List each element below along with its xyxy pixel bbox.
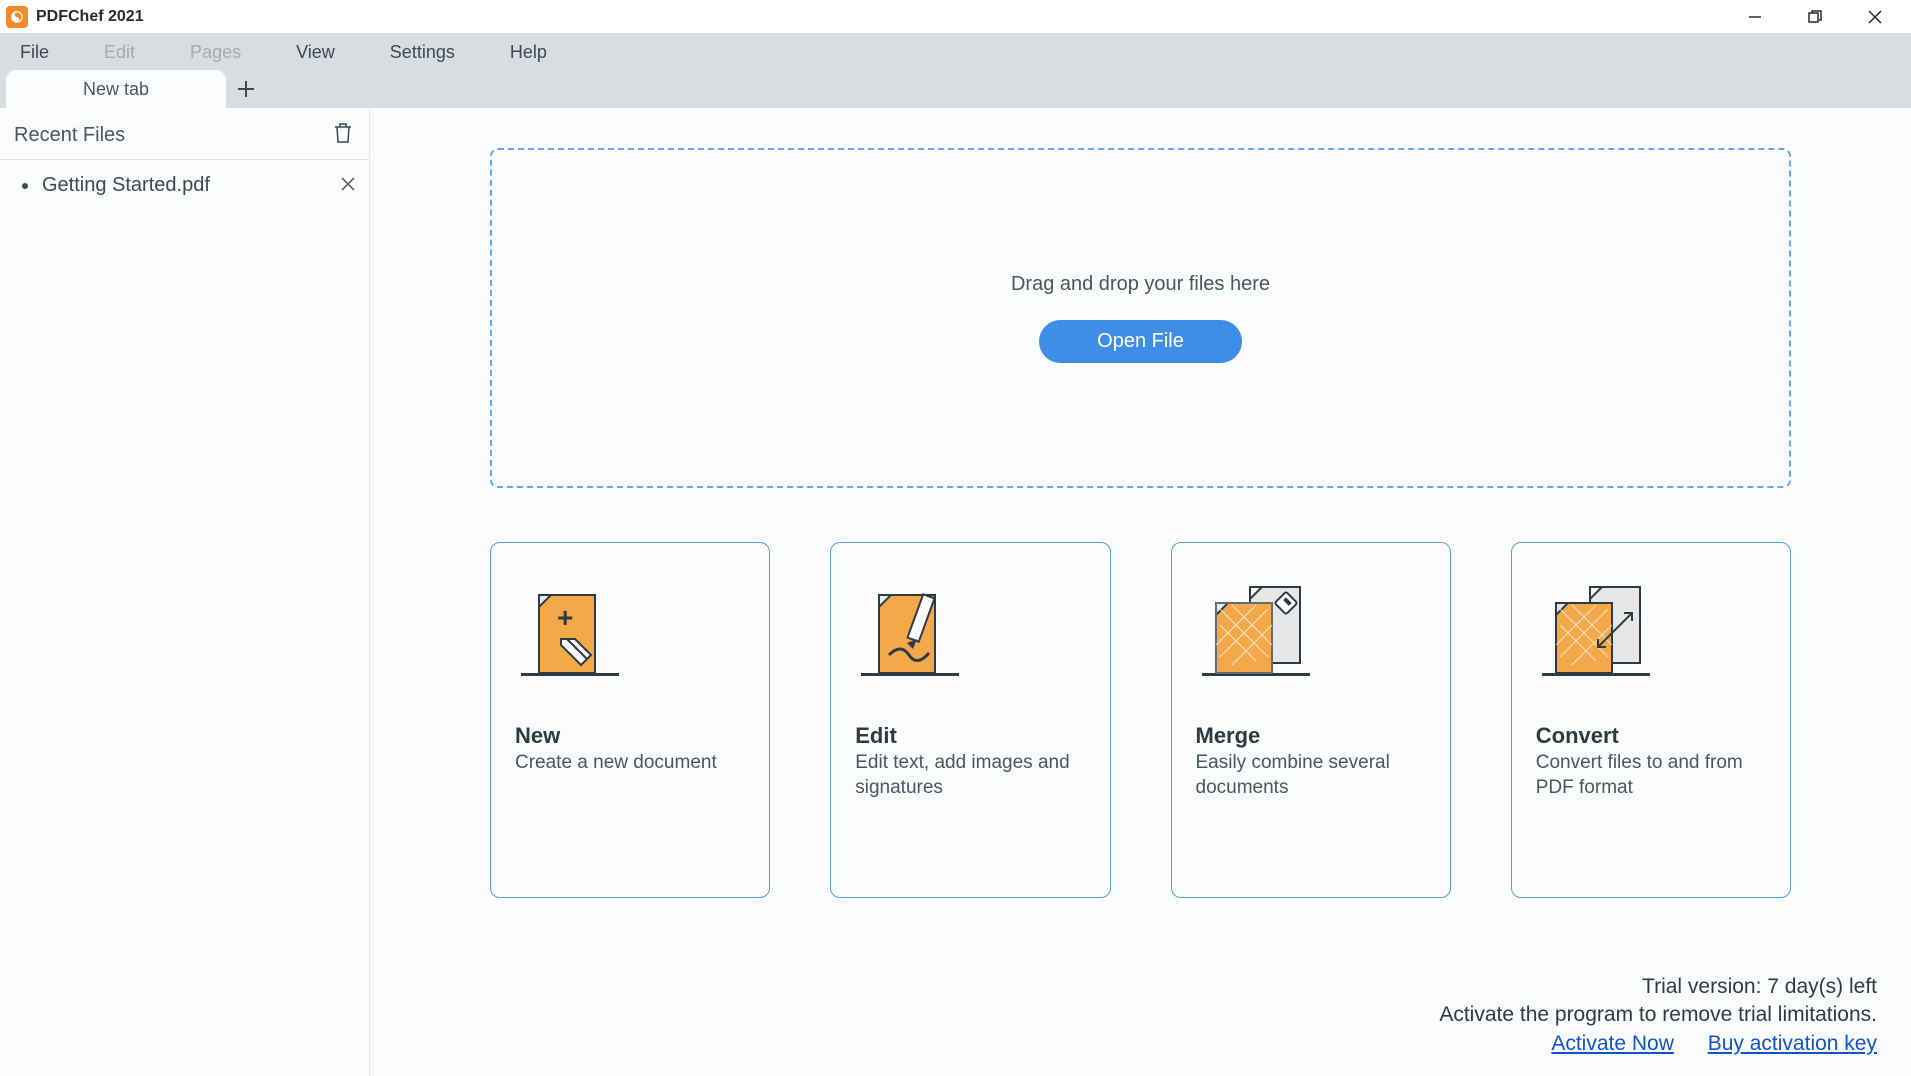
tab-new-tab[interactable]: New tab	[6, 70, 226, 108]
convert-document-icon	[1536, 571, 1766, 683]
maximize-button[interactable]	[1785, 0, 1845, 34]
card-convert[interactable]: Convert Convert files to and from PDF fo…	[1511, 542, 1791, 898]
menu-help[interactable]: Help	[510, 42, 547, 63]
card-merge-desc: Easily combine several documents	[1196, 751, 1426, 800]
card-new-title: New	[515, 723, 745, 749]
minimize-button[interactable]	[1725, 0, 1785, 34]
window-controls	[1725, 0, 1905, 34]
recent-file-name: Getting Started.pdf	[42, 174, 327, 197]
svg-text:+: +	[557, 602, 573, 633]
file-dropzone[interactable]: Drag and drop your files here Open File	[490, 148, 1791, 488]
trial-message: Activate the program to remove trial lim…	[1439, 1001, 1877, 1029]
recent-files-label: Recent Files	[14, 124, 125, 147]
menu-file[interactable]: File	[20, 42, 49, 63]
new-document-icon: +	[515, 571, 745, 683]
open-file-button[interactable]: Open File	[1039, 320, 1242, 363]
bullet-icon	[22, 183, 28, 189]
trash-icon	[333, 122, 353, 144]
app-title: PDFChef 2021	[36, 8, 144, 26]
menubar: File Edit Pages View Settings Help	[0, 34, 1911, 70]
tab-add-button[interactable]	[226, 70, 266, 108]
card-merge-title: Merge	[1196, 723, 1426, 749]
menu-settings[interactable]: Settings	[390, 42, 455, 63]
main-content: Drag and drop your files here Open File …	[370, 108, 1911, 1076]
menu-pages: Pages	[190, 42, 241, 63]
edit-document-icon	[855, 571, 1085, 683]
action-cards: + New Create a new document	[490, 542, 1791, 898]
card-edit-desc: Edit text, add images and signatures	[855, 751, 1085, 800]
workspace: Recent Files Getting Started.pdf Drag an…	[0, 108, 1911, 1076]
card-convert-desc: Convert files to and from PDF format	[1536, 751, 1766, 800]
trial-days-left: Trial version: 7 day(s) left	[1439, 973, 1877, 1001]
buy-activation-key-link[interactable]: Buy activation key	[1708, 1032, 1877, 1055]
card-edit[interactable]: Edit Edit text, add images and signature…	[830, 542, 1110, 898]
titlebar: PDFChef 2021	[0, 0, 1911, 34]
app-icon	[6, 6, 28, 28]
trial-notice: Trial version: 7 day(s) left Activate th…	[1439, 973, 1877, 1058]
remove-recent-button[interactable]	[341, 175, 355, 196]
card-new-desc: Create a new document	[515, 751, 745, 776]
card-merge[interactable]: Merge Easily combine several documents	[1171, 542, 1451, 898]
merge-documents-icon	[1196, 571, 1426, 683]
card-convert-title: Convert	[1536, 723, 1766, 749]
menu-view[interactable]: View	[296, 42, 335, 63]
card-edit-title: Edit	[855, 723, 1085, 749]
close-icon	[341, 177, 355, 191]
tab-label: New tab	[83, 79, 149, 100]
sidebar-recent-files: Recent Files Getting Started.pdf	[0, 108, 370, 1076]
recent-file-item[interactable]: Getting Started.pdf	[0, 160, 369, 211]
dropzone-text: Drag and drop your files here	[1011, 273, 1270, 296]
close-button[interactable]	[1845, 0, 1905, 34]
activate-now-link[interactable]: Activate Now	[1551, 1032, 1674, 1055]
tabstrip: New tab	[0, 70, 1911, 108]
sidebar-header: Recent Files	[0, 118, 369, 160]
menu-edit: Edit	[104, 42, 135, 63]
clear-recent-button[interactable]	[333, 122, 353, 149]
card-new[interactable]: + New Create a new document	[490, 542, 770, 898]
